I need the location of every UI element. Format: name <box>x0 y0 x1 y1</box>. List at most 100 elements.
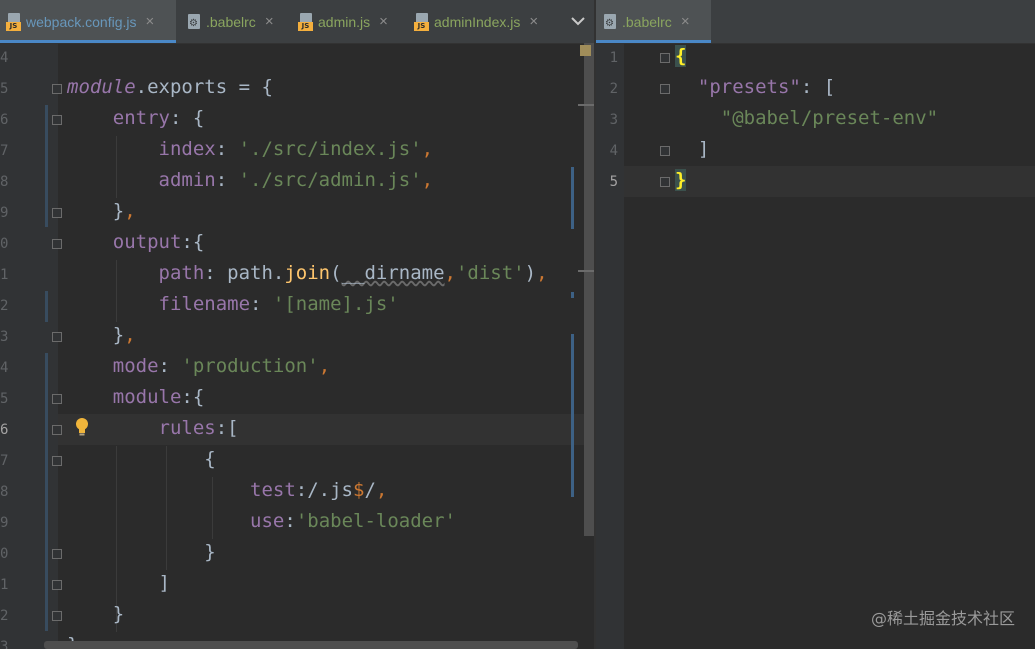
tab-admin-js[interactable]: JS admin.js × <box>292 0 406 43</box>
watermark: @稀土掘金技术社区 <box>870 609 1015 628</box>
fold-marker-icon[interactable] <box>52 456 62 466</box>
code-line: output:{ <box>112 231 205 253</box>
code-line: }, <box>67 324 136 346</box>
fold-marker-icon[interactable] <box>52 115 62 125</box>
fold-marker-icon[interactable] <box>52 549 62 559</box>
line-number: 2 <box>0 298 8 314</box>
code-line: entry: { <box>112 107 205 129</box>
code-line: { <box>67 448 216 470</box>
line-number: 7 <box>0 143 8 159</box>
line-number: 6 <box>0 112 8 128</box>
line-number: 9 <box>0 205 8 221</box>
tab-label: admin.js <box>318 13 371 30</box>
change-stripe-mark[interactable] <box>571 167 574 229</box>
code-line: rules:[ <box>158 417 239 439</box>
lightbulb-icon[interactable] <box>74 417 90 437</box>
line-number: 3 <box>0 329 8 345</box>
line-number: 4 <box>0 50 8 66</box>
fold-marker-icon[interactable] <box>52 239 62 249</box>
code-line: ] <box>675 138 710 160</box>
fold-marker-icon[interactable] <box>52 394 62 404</box>
horizontal-scrollbar[interactable] <box>44 641 578 649</box>
right-editor-pane: ⚙ .babelrc × 1 2 3 4 5 { "presets": [ "@… <box>596 0 1035 649</box>
line-number-current: 5 <box>609 174 618 190</box>
line-number: 4 <box>609 143 618 159</box>
code-line: "@babel/preset-env" <box>720 107 939 129</box>
line-number: 5 <box>0 391 8 407</box>
code-line: } <box>675 169 687 191</box>
line-number: 8 <box>0 174 8 190</box>
left-tab-bar: JS webpack.config.js × ⚙ .babelrc × JS a… <box>0 0 594 44</box>
config-file-icon: ⚙ <box>602 13 618 31</box>
fold-marker-icon[interactable] <box>52 611 62 621</box>
line-number: 7 <box>0 453 8 469</box>
close-icon[interactable]: × <box>681 13 690 30</box>
warning-indicator-icon[interactable] <box>580 45 591 56</box>
line-number: 3 <box>0 639 8 649</box>
left-editor-pane: JS webpack.config.js × ⚙ .babelrc × JS a… <box>0 0 594 649</box>
close-icon[interactable]: × <box>529 13 538 30</box>
error-stripe-mark[interactable] <box>578 104 594 106</box>
code-line: module.exports = { <box>67 76 273 98</box>
line-number-current: 6 <box>0 422 8 438</box>
change-marker <box>45 353 48 631</box>
tab-label: .babelrc <box>206 13 256 30</box>
code-line: } <box>67 541 216 563</box>
fold-marker-icon[interactable] <box>52 580 62 590</box>
line-number: 1 <box>0 267 8 283</box>
js-file-icon: JS <box>6 12 22 31</box>
code-line: admin: './src/admin.js', <box>158 169 434 191</box>
vertical-scrollbar[interactable] <box>584 43 594 536</box>
tab-webpack-config[interactable]: JS webpack.config.js × <box>0 0 176 43</box>
code-line: use:'babel-loader' <box>250 510 456 532</box>
js-file-icon: JS <box>414 12 430 31</box>
tab-babelrc[interactable]: ⚙ .babelrc × <box>180 0 290 43</box>
chevron-down-icon[interactable] <box>568 11 588 31</box>
code-line: index: './src/index.js', <box>158 138 434 160</box>
fold-marker-icon[interactable] <box>660 146 670 156</box>
change-stripe-mark[interactable] <box>571 334 574 497</box>
code-line: mode: 'production', <box>112 355 331 377</box>
fold-marker-icon[interactable] <box>660 177 670 187</box>
line-number: 2 <box>609 81 618 97</box>
line-number: 4 <box>0 360 8 376</box>
code-line: { <box>675 45 687 67</box>
line-number: 3 <box>609 112 618 128</box>
js-file-icon: JS <box>298 12 314 31</box>
change-marker <box>45 105 48 227</box>
change-stripe-mark[interactable] <box>571 292 574 298</box>
code-line: } <box>67 603 125 625</box>
fold-marker-icon[interactable] <box>52 208 62 218</box>
fold-marker-icon[interactable] <box>52 84 62 94</box>
fold-marker-icon[interactable] <box>660 53 670 63</box>
fold-marker-icon[interactable] <box>52 425 62 435</box>
fold-marker-icon[interactable] <box>660 84 670 94</box>
tab-label: webpack.config.js <box>26 13 137 30</box>
line-number: 8 <box>0 484 8 500</box>
code-line: }, <box>67 200 136 222</box>
code-line: module:{ <box>112 386 205 408</box>
close-icon[interactable]: × <box>146 13 155 30</box>
tab-adminindex-js[interactable]: JS adminIndex.js × <box>408 0 564 43</box>
line-number: 1 <box>0 577 8 593</box>
right-tab-bar: ⚙ .babelrc × <box>596 0 1035 44</box>
tab-label: adminIndex.js <box>434 13 521 30</box>
line-number: 0 <box>0 236 8 252</box>
code-line: "presets": [ <box>697 76 836 98</box>
tab-babelrc-right[interactable]: ⚙ .babelrc × <box>596 0 711 43</box>
tab-label: .babelrc <box>622 13 672 30</box>
code-line: ] <box>67 572 170 594</box>
line-number: 9 <box>0 515 8 531</box>
change-marker <box>45 291 48 322</box>
code-line: path: path.join(__dirname,'dist'), <box>158 262 548 284</box>
close-icon[interactable]: × <box>379 13 388 30</box>
code-line: filename: '[name].js' <box>158 293 399 315</box>
line-number: 2 <box>0 608 8 624</box>
line-number: 5 <box>0 81 8 97</box>
line-number: 1 <box>609 50 618 66</box>
config-file-icon: ⚙ <box>186 13 202 31</box>
code-line: test:/.js$/, <box>250 479 388 501</box>
fold-marker-icon[interactable] <box>52 332 62 342</box>
error-stripe-mark[interactable] <box>578 270 594 272</box>
close-icon[interactable]: × <box>265 13 274 30</box>
